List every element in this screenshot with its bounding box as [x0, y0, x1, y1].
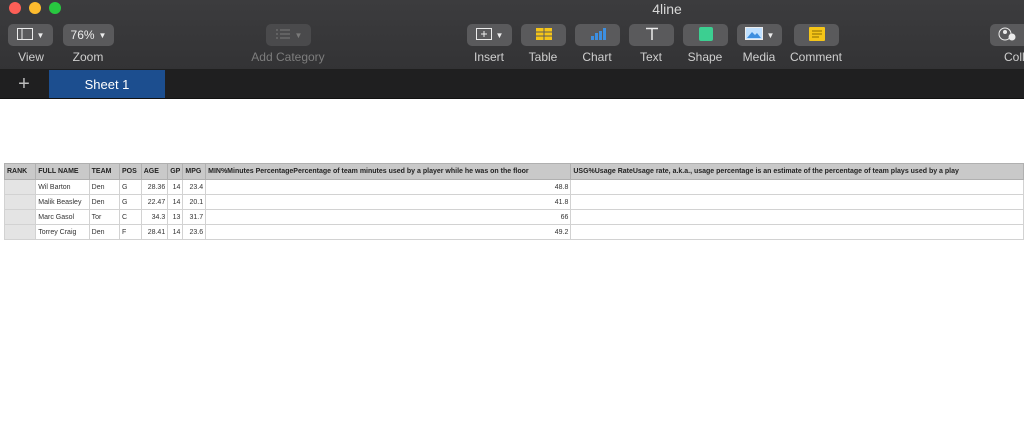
- header-pos[interactable]: POS: [118, 163, 142, 180]
- cell-min-pct[interactable]: 49.2: [205, 224, 572, 240]
- table-row: Malik Beasley Den G 22.47 14 20.1 41.8: [3, 194, 1024, 210]
- header-rank[interactable]: RANK: [3, 163, 37, 180]
- chevron-down-icon: ▼: [98, 30, 107, 40]
- add-sheet-button[interactable]: +: [0, 70, 48, 98]
- cell-age[interactable]: 28.36: [140, 179, 169, 195]
- cell-rank[interactable]: [3, 224, 37, 240]
- cell-team[interactable]: Den: [88, 224, 120, 240]
- cell-age[interactable]: 28.41: [140, 224, 169, 240]
- add-category-button[interactable]: ▼: [266, 24, 311, 46]
- text-button[interactable]: [629, 24, 674, 46]
- table-label: Table: [528, 50, 558, 64]
- media-button[interactable]: ▼: [737, 24, 782, 46]
- header-full-name[interactable]: FULL NAME: [35, 163, 90, 180]
- cell-age[interactable]: 34.3: [140, 209, 169, 225]
- cell-full-name[interactable]: Malik Beasley: [35, 194, 90, 210]
- table-row: Torrey Craig Den F 28.41 14 23.6 49.2: [3, 224, 1024, 240]
- cell-pos[interactable]: F: [118, 224, 142, 240]
- cell-usg-pct[interactable]: [570, 209, 1024, 225]
- cell-age[interactable]: 22.47: [140, 194, 169, 210]
- header-age[interactable]: AGE: [140, 163, 169, 180]
- header-team[interactable]: TEAM: [88, 163, 120, 180]
- cell-min-pct[interactable]: 41.8: [205, 194, 572, 210]
- cell-pos[interactable]: G: [118, 194, 142, 210]
- cell-team[interactable]: Den: [88, 194, 120, 210]
- collaborate-button[interactable]: [990, 24, 1024, 46]
- chevron-down-icon: ▼: [495, 30, 504, 40]
- insert-button[interactable]: ▼: [467, 24, 512, 46]
- cell-mpg[interactable]: 31.7: [182, 209, 207, 225]
- cell-usg-pct[interactable]: [570, 179, 1024, 195]
- cell-pos[interactable]: G: [118, 179, 142, 195]
- cell-min-pct[interactable]: 66: [205, 209, 572, 225]
- table-button[interactable]: [521, 24, 566, 46]
- bar-chart-icon: [590, 27, 606, 43]
- list-icon: [275, 28, 291, 43]
- cell-gp[interactable]: 14: [167, 194, 184, 210]
- add-category-label: Add Category: [251, 50, 325, 64]
- window-title: 4line: [652, 1, 682, 17]
- text-icon: [645, 27, 659, 44]
- data-table: RANK FULL NAME TEAM POS AGE GP MPG MIN%M…: [3, 163, 1024, 240]
- cell-usg-pct[interactable]: [570, 224, 1024, 240]
- toolbar: 4line ▼ View 76% ▼ Zoom ▼ Add Category ▼…: [0, 0, 1024, 70]
- tab-sheet-1[interactable]: Sheet 1: [49, 70, 165, 98]
- cell-team[interactable]: Tor: [88, 209, 120, 225]
- cell-full-name[interactable]: Torrey Craig: [35, 224, 90, 240]
- chevron-down-icon: ▼: [36, 30, 45, 40]
- insert-label: Insert: [473, 50, 505, 64]
- cell-rank[interactable]: [3, 179, 37, 195]
- table-row: Wil Barton Den G 28.36 14 23.4 48.8: [3, 179, 1024, 195]
- sidebar-icon: [16, 27, 33, 43]
- header-min-pct[interactable]: MIN%Minutes PercentagePercentage of team…: [205, 163, 572, 180]
- cell-mpg[interactable]: 23.6: [182, 224, 207, 240]
- collaborate-icon: [998, 27, 1016, 44]
- collaborate-label: Collabo: [1004, 50, 1024, 64]
- cell-gp[interactable]: 14: [167, 179, 184, 195]
- shape-label: Shape: [687, 50, 723, 64]
- cell-gp[interactable]: 13: [167, 209, 184, 225]
- zoom-value: 76%: [70, 28, 95, 42]
- cell-rank[interactable]: [3, 209, 37, 225]
- cell-rank[interactable]: [3, 194, 37, 210]
- view-button[interactable]: ▼: [8, 24, 53, 46]
- zoom-label: Zoom: [72, 50, 104, 64]
- cell-full-name[interactable]: Wil Barton: [35, 179, 90, 195]
- chevron-down-icon: ▼: [294, 30, 303, 40]
- cell-min-pct[interactable]: 48.8: [205, 179, 572, 195]
- shape-icon: [698, 26, 713, 44]
- image-icon: [744, 27, 763, 43]
- cell-mpg[interactable]: 23.4: [182, 179, 207, 195]
- comment-icon: [808, 26, 825, 44]
- cell-pos[interactable]: C: [118, 209, 142, 225]
- insert-icon: [475, 27, 492, 43]
- chart-label: Chart: [582, 50, 612, 64]
- table-viewport: RANK FULL NAME TEAM POS AGE GP MPG MIN%M…: [0, 163, 1024, 243]
- cell-team[interactable]: Den: [88, 179, 120, 195]
- comment-label: Comment: [789, 50, 843, 64]
- header-row: RANK FULL NAME TEAM POS AGE GP MPG MIN%M…: [3, 163, 1024, 180]
- text-label: Text: [639, 50, 663, 64]
- sheet-tab-bar: + Sheet 1: [0, 70, 1024, 99]
- header-gp[interactable]: GP: [167, 163, 184, 180]
- chevron-down-icon: ▼: [766, 30, 775, 40]
- comment-button[interactable]: [794, 24, 839, 46]
- table-row: Marc Gasol Tor C 34.3 13 31.7 66: [3, 209, 1024, 225]
- header-usg-pct[interactable]: USG%Usage RateUsage rate, a.k.a., usage …: [570, 163, 1024, 180]
- zoom-select[interactable]: 76% ▼: [63, 24, 114, 46]
- cell-mpg[interactable]: 20.1: [182, 194, 207, 210]
- cell-gp[interactable]: 14: [167, 224, 184, 240]
- header-mpg[interactable]: MPG: [182, 163, 207, 180]
- shape-button[interactable]: [683, 24, 728, 46]
- cell-full-name[interactable]: Marc Gasol: [35, 209, 90, 225]
- cell-usg-pct[interactable]: [570, 194, 1024, 210]
- table-icon: [535, 27, 552, 43]
- media-label: Media: [742, 50, 776, 64]
- view-label: View: [18, 50, 44, 64]
- chart-button[interactable]: [575, 24, 620, 46]
